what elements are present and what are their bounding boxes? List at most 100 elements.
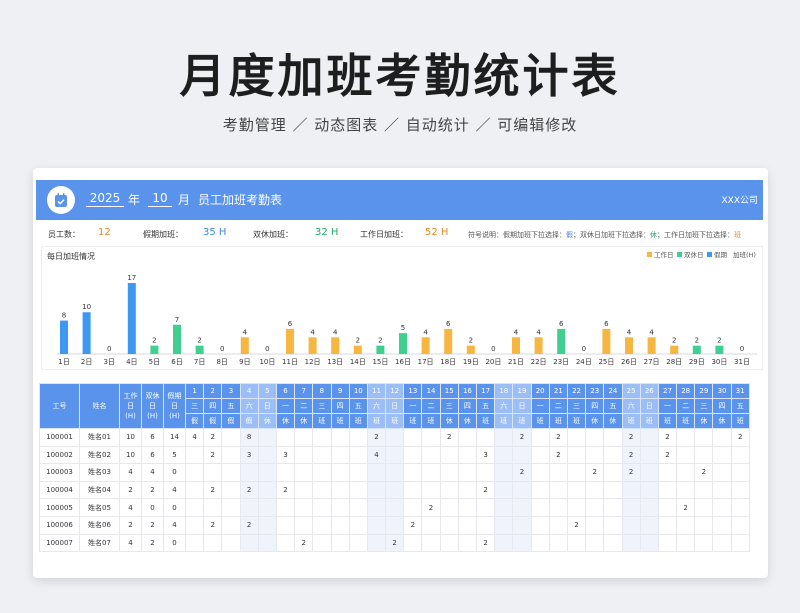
day-hours-cell[interactable] <box>385 463 405 482</box>
day-hours-cell[interactable]: 2 <box>385 533 405 553</box>
day-hours-cell[interactable] <box>603 533 623 553</box>
day-hours-cell[interactable] <box>621 480 641 500</box>
day-hours-cell[interactable]: 2 <box>657 428 678 447</box>
day-hours-cell[interactable] <box>475 515 496 535</box>
day-hours-cell[interactable]: 2 <box>403 515 423 535</box>
day-hours-cell[interactable]: 2 <box>730 428 750 447</box>
day-hours-cell[interactable] <box>275 428 296 447</box>
day-hours-cell[interactable] <box>439 445 459 465</box>
day-hours-cell[interactable] <box>385 498 405 517</box>
day-hours-cell[interactable] <box>221 463 241 482</box>
day-hours-cell[interactable] <box>621 515 641 535</box>
day-hours-cell[interactable] <box>730 480 750 500</box>
day-hours-cell[interactable]: 2 <box>621 445 641 465</box>
day-hours-cell[interactable] <box>475 428 496 447</box>
day-hours-cell[interactable]: 2 <box>621 428 641 447</box>
day-hours-cell[interactable] <box>439 515 459 535</box>
day-hours-cell[interactable] <box>330 515 350 535</box>
day-hours-cell[interactable]: 2 <box>239 480 259 500</box>
day-hours-cell[interactable]: 2 <box>676 498 696 517</box>
day-hours-cell[interactable] <box>676 428 696 447</box>
day-hours-cell[interactable]: 2 <box>475 480 496 500</box>
day-hours-cell[interactable] <box>676 515 696 535</box>
day-hours-cell[interactable] <box>676 533 696 553</box>
day-hours-cell[interactable] <box>403 533 423 553</box>
day-hours-cell[interactable] <box>257 480 277 500</box>
day-hours-cell[interactable] <box>494 445 514 465</box>
day-hours-cell[interactable] <box>457 533 478 553</box>
day-hours-cell[interactable] <box>730 515 750 535</box>
day-hours-cell[interactable] <box>657 515 678 535</box>
day-hours-cell[interactable]: 2 <box>203 445 223 465</box>
day-hours-cell[interactable] <box>348 428 368 447</box>
day-hours-cell[interactable] <box>494 533 514 553</box>
day-hours-cell[interactable] <box>221 445 241 465</box>
day-hours-cell[interactable] <box>621 533 641 553</box>
day-hours-cell[interactable] <box>530 480 550 500</box>
day-hours-cell[interactable] <box>530 515 550 535</box>
day-hours-cell[interactable] <box>330 533 350 553</box>
day-hours-cell[interactable] <box>457 515 478 535</box>
day-hours-cell[interactable] <box>676 445 696 465</box>
day-hours-cell[interactable] <box>330 463 350 482</box>
day-hours-cell[interactable] <box>312 463 332 482</box>
day-hours-cell[interactable]: 2 <box>439 428 459 447</box>
day-hours-cell[interactable]: 2 <box>512 463 532 482</box>
day-hours-cell[interactable] <box>603 480 623 500</box>
day-hours-cell[interactable] <box>694 445 714 465</box>
day-hours-cell[interactable] <box>439 498 459 517</box>
day-hours-cell[interactable] <box>184 498 205 517</box>
day-hours-cell[interactable]: 2 <box>203 428 223 447</box>
day-hours-cell[interactable] <box>639 480 659 500</box>
day-hours-cell[interactable] <box>548 463 568 482</box>
day-hours-cell[interactable] <box>494 428 514 447</box>
day-hours-cell[interactable] <box>348 480 368 500</box>
day-hours-cell[interactable] <box>403 428 423 447</box>
day-hours-cell[interactable] <box>312 533 332 553</box>
day-hours-cell[interactable] <box>203 498 223 517</box>
day-hours-cell[interactable] <box>366 515 387 535</box>
day-hours-cell[interactable] <box>730 463 750 482</box>
day-hours-cell[interactable] <box>257 428 277 447</box>
day-hours-cell[interactable] <box>639 515 659 535</box>
day-hours-cell[interactable] <box>639 428 659 447</box>
day-hours-cell[interactable] <box>730 533 750 553</box>
day-hours-cell[interactable] <box>275 533 296 553</box>
day-hours-cell[interactable] <box>585 428 605 447</box>
day-hours-cell[interactable] <box>457 480 478 500</box>
day-hours-cell[interactable] <box>585 480 605 500</box>
day-hours-cell[interactable] <box>221 515 241 535</box>
day-hours-cell[interactable] <box>730 498 750 517</box>
day-hours-cell[interactable] <box>639 533 659 553</box>
day-hours-cell[interactable]: 4 <box>184 428 205 447</box>
day-hours-cell[interactable] <box>294 463 314 482</box>
day-hours-cell[interactable] <box>421 480 441 500</box>
day-hours-cell[interactable] <box>603 463 623 482</box>
day-hours-cell[interactable] <box>403 480 423 500</box>
day-hours-cell[interactable]: 2 <box>366 428 387 447</box>
day-hours-cell[interactable] <box>221 498 241 517</box>
day-hours-cell[interactable] <box>694 515 714 535</box>
day-hours-cell[interactable] <box>184 515 205 535</box>
day-hours-cell[interactable] <box>494 463 514 482</box>
day-hours-cell[interactable]: 2 <box>239 515 259 535</box>
day-hours-cell[interactable] <box>257 498 277 517</box>
day-hours-cell[interactable] <box>312 445 332 465</box>
day-hours-cell[interactable] <box>203 463 223 482</box>
day-hours-cell[interactable] <box>585 445 605 465</box>
day-hours-cell[interactable] <box>348 515 368 535</box>
day-hours-cell[interactable] <box>639 498 659 517</box>
day-hours-cell[interactable] <box>257 445 277 465</box>
day-hours-cell[interactable] <box>566 445 587 465</box>
day-hours-cell[interactable] <box>712 463 732 482</box>
day-hours-cell[interactable] <box>548 533 568 553</box>
day-hours-cell[interactable] <box>385 428 405 447</box>
month-field[interactable]: 10 <box>148 191 172 207</box>
day-hours-cell[interactable] <box>676 480 696 500</box>
day-hours-cell[interactable] <box>621 498 641 517</box>
day-hours-cell[interactable]: 3 <box>275 445 296 465</box>
day-hours-cell[interactable] <box>239 533 259 553</box>
day-hours-cell[interactable] <box>439 463 459 482</box>
day-hours-cell[interactable] <box>403 498 423 517</box>
day-hours-cell[interactable] <box>239 463 259 482</box>
